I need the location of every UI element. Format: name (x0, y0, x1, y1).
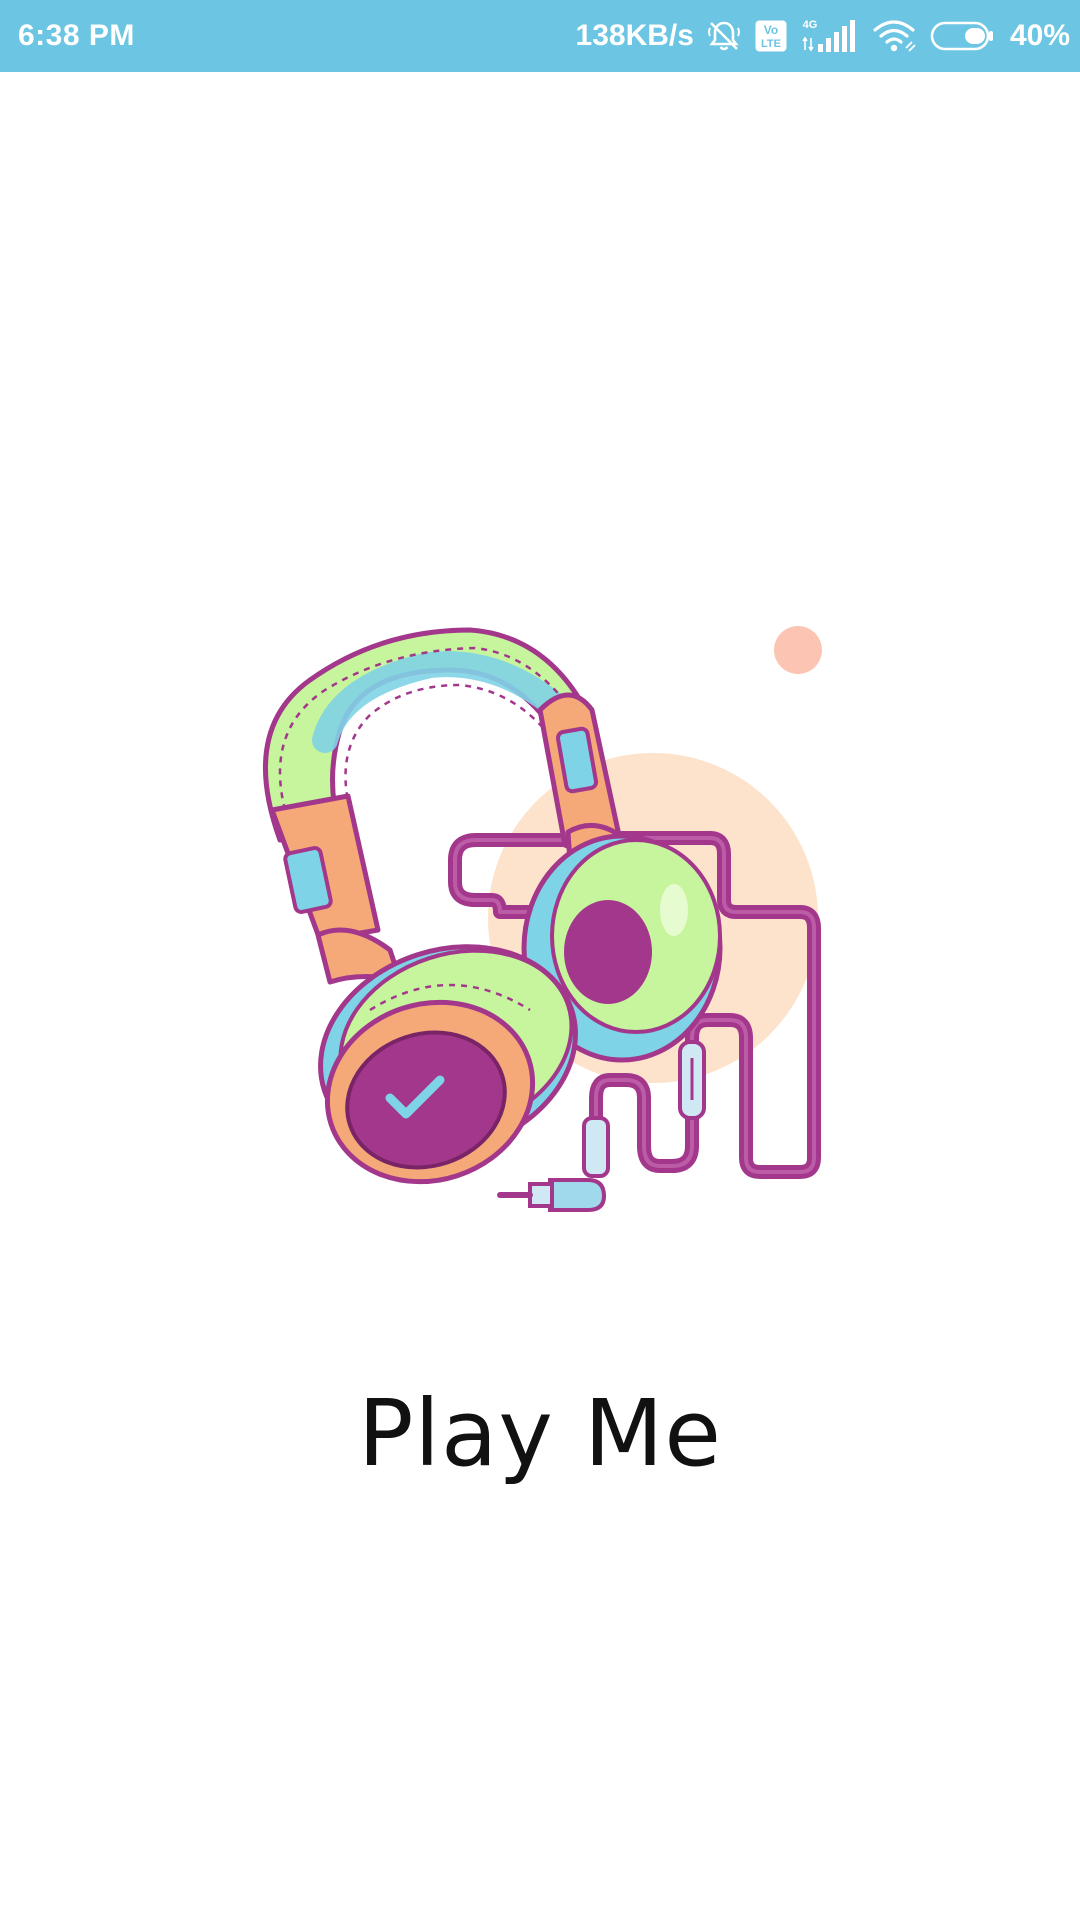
status-time: 6:38 PM (18, 19, 135, 52)
volte-label-top: Vo (764, 23, 778, 37)
network-speed: 138KB/s (575, 19, 694, 52)
pink-dot (774, 626, 822, 674)
notifications-off-icon (706, 18, 742, 54)
splash-screen: 6:38 PM 138KB/s Vo LTE 4G 40% Play Me (0, 0, 1080, 1920)
wifi-icon (872, 18, 918, 54)
audio-jack (497, 1178, 607, 1212)
headphones-illustration (230, 610, 850, 1230)
cellular-signal-icon: 4G (800, 16, 860, 56)
volte-label-bottom: LTE (761, 38, 781, 50)
battery-percentage: 40% (1009, 19, 1070, 52)
volte-icon: Vo LTE (754, 19, 788, 53)
battery-icon (930, 20, 996, 52)
cable-remote (678, 1040, 706, 1120)
status-bar: 6:38 PM 138KB/s Vo LTE 4G 40% (0, 0, 1080, 72)
app-title: Play Me (357, 1380, 723, 1487)
network-type: 4G (803, 19, 818, 31)
left-slider (269, 793, 403, 985)
cable-connector (582, 1116, 610, 1178)
status-indicators: 138KB/s Vo LTE 4G 40% (576, 16, 1070, 56)
